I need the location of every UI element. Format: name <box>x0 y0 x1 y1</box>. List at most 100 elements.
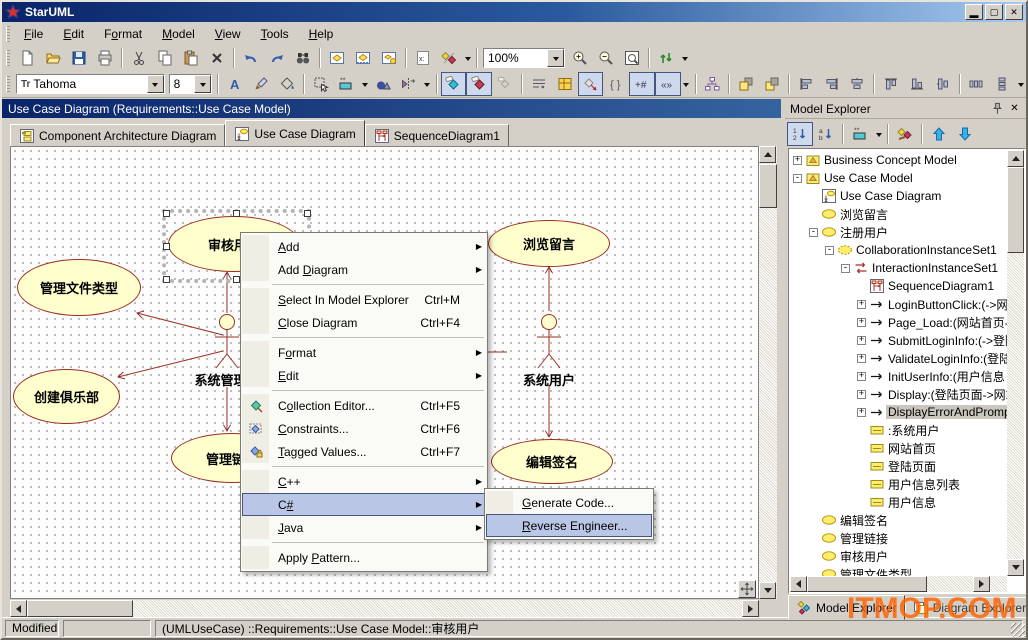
canvas-scroll-down-button[interactable] <box>759 582 776 599</box>
tree-item-注册用户[interactable]: -注册用户 <box>790 223 1007 241</box>
panel-close-icon[interactable]: ✕ <box>1006 101 1023 117</box>
tab-component-architecture-diagram[interactable]: Component Architecture Diagram <box>10 124 225 146</box>
open-button[interactable] <box>40 46 66 70</box>
zoom-level-combo[interactable]: 100% <box>483 48 565 68</box>
suppress-attributes-button[interactable] <box>441 72 467 96</box>
tree-item-submitlogininfo-登陆[interactable]: +SubmitLoginInfo:(->登陆 <box>790 331 1007 349</box>
menu-help[interactable]: Help <box>299 24 344 44</box>
dropdown-arrow-icon[interactable] <box>462 47 473 69</box>
menu-edit[interactable]: Edit <box>53 24 94 44</box>
dropdown-arrow-icon[interactable] <box>873 123 884 145</box>
dropdown-arrow-icon[interactable] <box>359 73 370 95</box>
canvas-pan-button[interactable] <box>738 580 756 598</box>
align-right-button[interactable] <box>819 72 845 96</box>
canvas-scroll-up-button[interactable] <box>759 146 776 163</box>
menu-item-edit[interactable]: Edit▶ <box>242 364 486 387</box>
menu-item-tagged-values[interactable]: Tagged Values...Ctrl+F7 <box>242 440 486 463</box>
tree-item-审核用户[interactable]: 审核用户 <box>790 547 1007 565</box>
menu-item-constraints[interactable]: Constraints...Ctrl+F6 <box>242 417 486 440</box>
move-up-button[interactable] <box>926 122 952 146</box>
tree-item-管理链接[interactable]: 管理链接 <box>790 529 1007 547</box>
collapse-icon[interactable]: - <box>793 174 802 183</box>
menu-item-format[interactable]: Format▶ <box>242 341 486 364</box>
canvas-hscroll-thumb[interactable] <box>27 600 133 617</box>
menu-file[interactable]: File <box>14 24 53 44</box>
expand-icon[interactable]: + <box>857 408 866 417</box>
tree-item-page-load-网站首页[interactable]: +Page_Load:(网站首页-> <box>790 313 1007 331</box>
menu-item-apply-pattern[interactable]: Apply Pattern... <box>242 546 486 569</box>
expand-icon[interactable]: + <box>857 300 866 309</box>
menu-item-reverse-engineer[interactable]: Reverse Engineer... <box>486 514 652 537</box>
align-center-button[interactable] <box>844 72 870 96</box>
tree-item-系统用户[interactable]: :系统用户 <box>790 421 1007 439</box>
expand-icon[interactable]: + <box>857 372 866 381</box>
bring-to-front-button[interactable] <box>733 72 759 96</box>
tree-item-validatelogininfo-登陆[interactable]: +ValidateLoginInfo:(登陆 <box>790 349 1007 367</box>
show-compartment-button[interactable] <box>552 72 578 96</box>
sort-alphabetic-button[interactable]: ab <box>813 122 839 146</box>
shape-style-button[interactable] <box>370 72 396 96</box>
tab-sequencediagram1[interactable]: SequenceDiagram1 <box>365 124 509 146</box>
tree-item-inituserinfo-用户信息[interactable]: +InitUserInfo:(用户信息 <box>790 367 1007 385</box>
space-equally-down-button[interactable] <box>989 72 1015 96</box>
suppress-literals-button[interactable] <box>492 72 518 96</box>
zoom-in-button[interactable] <box>567 46 593 70</box>
tree-item-编辑签名[interactable]: 编辑签名 <box>790 511 1007 529</box>
tree-item-sequencediagram1[interactable]: SequenceDiagram1 <box>790 277 1007 295</box>
diagram-layout-button[interactable] <box>350 46 376 70</box>
word-wrap-button[interactable] <box>526 72 552 96</box>
tree-item-display-登陆页面-网站[interactable]: +Display:(登陆页面->网站 <box>790 385 1007 403</box>
undo-button[interactable] <box>238 46 264 70</box>
menu-item-generate-code[interactable]: Generate Code... <box>486 491 652 514</box>
pin-icon[interactable] <box>989 101 1006 117</box>
expand-icon[interactable]: + <box>793 156 802 165</box>
align-bottom-button[interactable] <box>904 72 930 96</box>
combo-dropdown-button[interactable] <box>547 49 564 67</box>
tree-item-collaborationinstanceset1[interactable]: -CollaborationInstanceSet1 <box>790 241 1007 259</box>
usecase-编辑签名[interactable]: 编辑签名 <box>491 439 613 484</box>
toolbar-grip[interactable] <box>6 50 10 66</box>
menu-item-c++[interactable]: C++▶ <box>242 470 486 493</box>
send-to-back-button[interactable] <box>759 72 785 96</box>
verify-model-button[interactable] <box>436 46 462 70</box>
menu-model[interactable]: Model <box>152 24 205 44</box>
selection-handle[interactable] <box>233 210 240 217</box>
flip-button[interactable] <box>396 72 422 96</box>
expand-icon[interactable]: + <box>857 390 866 399</box>
diagram-options-button[interactable] <box>376 46 402 70</box>
menu-view[interactable]: View <box>205 24 251 44</box>
tree-item-loginbuttonclick-网站[interactable]: +LoginButtonClick:(->网站 <box>790 295 1007 313</box>
panel-splitter[interactable] <box>781 99 785 617</box>
font-family-combo[interactable]: TrTahoma <box>16 74 165 94</box>
tree-item-管理文件类型[interactable]: 管理文件类型 <box>790 565 1007 576</box>
show-constraint-button[interactable]: { } <box>603 72 629 96</box>
align-top-button[interactable] <box>878 72 904 96</box>
select-area-button[interactable] <box>308 72 334 96</box>
zoom-area-button[interactable] <box>619 46 645 70</box>
maximize-button[interactable]: ▢ <box>985 4 1003 20</box>
refresh-button[interactable] <box>653 46 679 70</box>
tree-item-interactioninstanceset1[interactable]: -InteractionInstanceSet1 <box>790 259 1007 277</box>
association-edge[interactable] <box>137 313 223 335</box>
menu-item-collection-editor[interactable]: Collection Editor...Ctrl+F5 <box>242 394 486 417</box>
menu-item-java[interactable]: Java▶ <box>242 516 486 539</box>
tree-item-用户信息列表[interactable]: 用户信息列表 <box>790 475 1007 493</box>
collapse-icon[interactable]: - <box>841 264 850 273</box>
xml-export-button[interactable]: x: <box>410 46 436 70</box>
tab-use-case-diagram[interactable]: Use Case Diagram <box>225 120 364 146</box>
show-stereotype-button[interactable]: «» <box>655 72 681 96</box>
menu-item-close-diagram[interactable]: Close DiagramCtrl+F4 <box>242 311 486 334</box>
diagram-overview-button[interactable] <box>324 46 350 70</box>
sort-by-order-button[interactable]: 12 <box>787 122 813 146</box>
canvas-vscrollbar[interactable] <box>759 146 777 599</box>
tree-vscroll-thumb[interactable] <box>1007 167 1024 253</box>
tree-item-use-case-model[interactable]: -Use Case Model <box>790 169 1007 187</box>
toolbar-grip[interactable] <box>6 76 10 92</box>
tree-scroll-left-button[interactable] <box>790 576 807 592</box>
tree-item-business-concept-model[interactable]: +Business Concept Model <box>790 151 1007 169</box>
actor-系统用户[interactable] <box>537 315 561 369</box>
cut-button[interactable] <box>126 46 152 70</box>
canvas-scroll-left-button[interactable] <box>10 600 27 617</box>
tree-item-浏览留言[interactable]: 浏览留言 <box>790 205 1007 223</box>
auto-layout-button[interactable] <box>700 72 726 96</box>
